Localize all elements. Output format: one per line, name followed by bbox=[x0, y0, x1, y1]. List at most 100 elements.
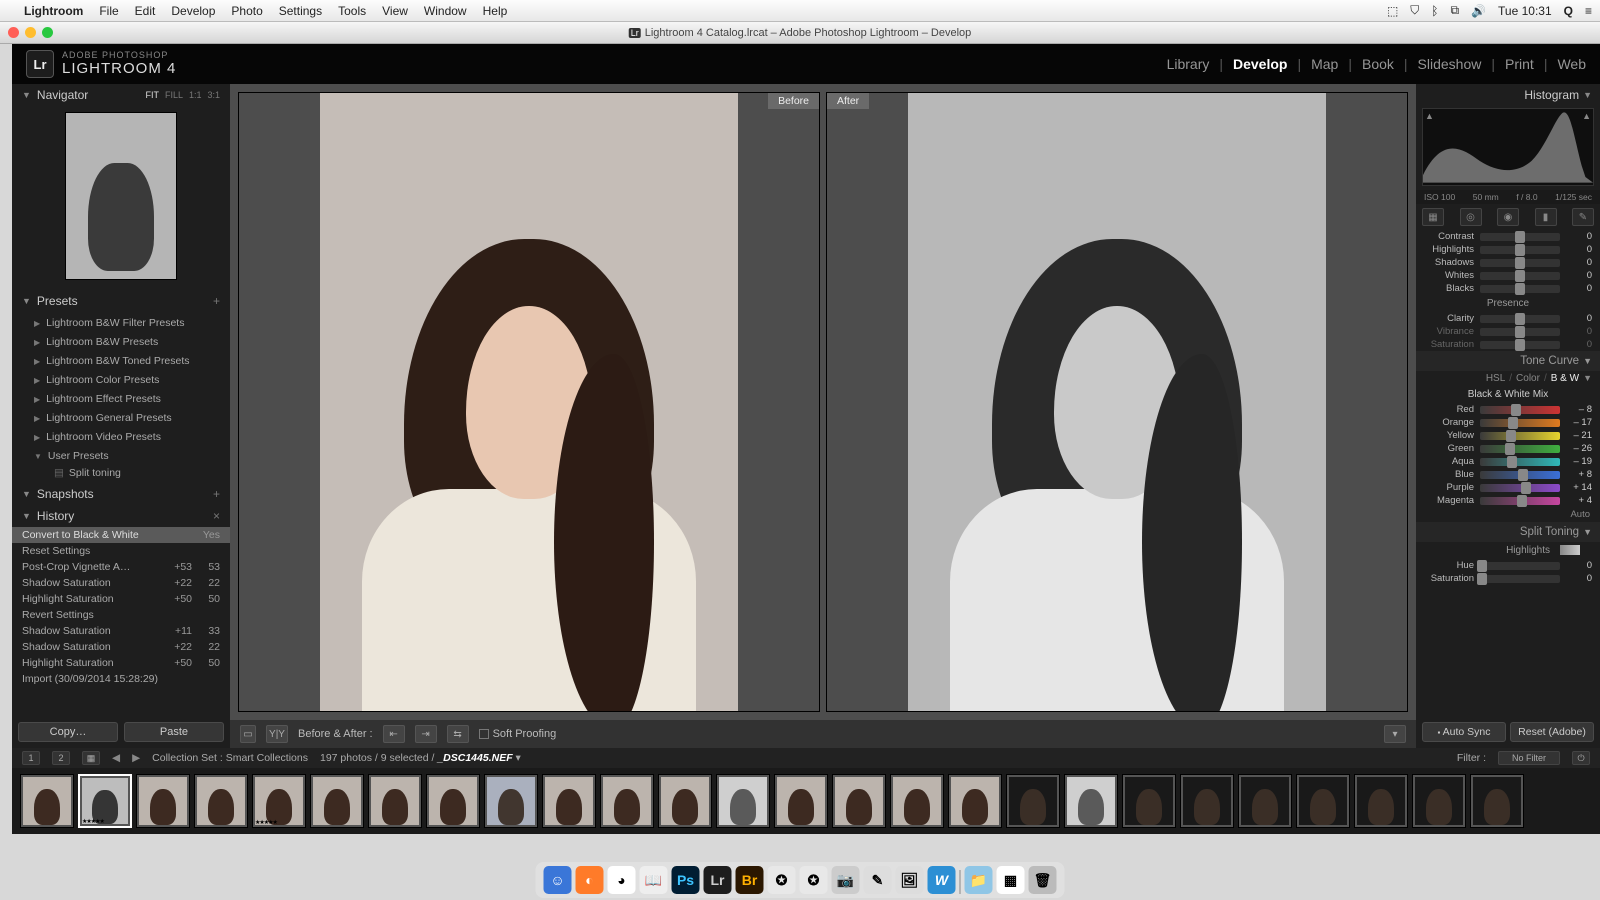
secondary-display-icon[interactable]: 1 bbox=[22, 751, 40, 765]
list-icon[interactable]: ≡ bbox=[1585, 4, 1592, 18]
dock-dictionary-icon[interactable]: 📖 bbox=[640, 866, 668, 894]
crop-tool-icon[interactable]: ▦ bbox=[1422, 208, 1444, 226]
grad-filter-icon[interactable]: ▮ bbox=[1535, 208, 1557, 226]
add-snapshot-icon[interactable]: + bbox=[213, 487, 220, 501]
secondary-display2-icon[interactable]: 2 bbox=[52, 751, 70, 765]
filmstrip-thumb[interactable] bbox=[1296, 774, 1350, 828]
paste-button[interactable]: Paste bbox=[124, 722, 224, 742]
dock-word-icon[interactable]: W bbox=[928, 866, 956, 894]
nav-fit[interactable]: FIT bbox=[145, 90, 159, 100]
dock-firefox-icon[interactable]: ◐ bbox=[576, 866, 604, 894]
filmstrip-thumb[interactable] bbox=[1122, 774, 1176, 828]
shadow-clip-icon[interactable]: ▲ bbox=[1425, 111, 1434, 121]
menu-tools[interactable]: Tools bbox=[338, 4, 366, 18]
filmstrip-thumb[interactable]: ★★★★★ bbox=[78, 774, 132, 828]
slider-yellow[interactable]: Yellow– 21 bbox=[1416, 429, 1600, 442]
tab-color[interactable]: Color bbox=[1516, 373, 1540, 384]
bluetooth-icon[interactable]: ᛒ bbox=[1431, 4, 1438, 18]
slider-green[interactable]: Green– 26 bbox=[1416, 442, 1600, 455]
filmstrip-thumb[interactable] bbox=[658, 774, 712, 828]
menu-file[interactable]: File bbox=[99, 4, 118, 18]
filmstrip-thumb[interactable] bbox=[368, 774, 422, 828]
histogram-display[interactable]: ▲ ▲ bbox=[1422, 108, 1594, 186]
app-menu[interactable]: Lightroom bbox=[24, 4, 83, 18]
dock-preview-icon[interactable]: 🖼 bbox=[896, 866, 924, 894]
split-sat-slider[interactable]: Saturation0 bbox=[1416, 572, 1600, 585]
menu-photo[interactable]: Photo bbox=[231, 4, 262, 18]
history-row[interactable]: Highlight Saturation+5050 bbox=[12, 591, 230, 607]
prev-photo-icon[interactable]: ◀ bbox=[112, 752, 120, 764]
dock-photoshop-icon[interactable]: Ps bbox=[672, 866, 700, 894]
window-minimize[interactable] bbox=[25, 27, 36, 38]
filmstrip-thumb[interactable] bbox=[600, 774, 654, 828]
filmstrip-thumb[interactable] bbox=[948, 774, 1002, 828]
dropbox-icon[interactable]: ⬚ bbox=[1387, 4, 1398, 18]
auto-sync-button[interactable]: ▪ Auto Sync bbox=[1422, 722, 1506, 742]
slider-red[interactable]: Red– 8 bbox=[1416, 403, 1600, 416]
collection-path[interactable]: Collection Set : Smart Collections bbox=[152, 752, 308, 764]
filmstrip-thumb[interactable] bbox=[194, 774, 248, 828]
preset-group[interactable]: ▶Lightroom Color Presets bbox=[12, 371, 230, 390]
tab-bw[interactable]: B & W bbox=[1551, 373, 1579, 384]
slider-magenta[interactable]: Magenta+ 4 bbox=[1416, 494, 1600, 507]
preset-group[interactable]: ▶Lightroom B&W Filter Presets bbox=[12, 314, 230, 333]
filmstrip-thumb[interactable] bbox=[426, 774, 480, 828]
filmstrip-thumb[interactable] bbox=[1412, 774, 1466, 828]
slider-orange[interactable]: Orange– 17 bbox=[1416, 416, 1600, 429]
dock-lightroom-icon[interactable]: Lr bbox=[704, 866, 732, 894]
dock-finder-icon[interactable]: ☺ bbox=[544, 866, 572, 894]
navigator-header[interactable]: ▼ Navigator FIT FILL 1:1 3:1 bbox=[12, 84, 230, 106]
compare-yy-icon[interactable]: Y|Y bbox=[266, 725, 288, 743]
spotlight-icon[interactable]: Q bbox=[1564, 4, 1573, 18]
soft-proofing-toggle[interactable]: Soft Proofing bbox=[479, 728, 557, 740]
slider-blue[interactable]: Blue+ 8 bbox=[1416, 468, 1600, 481]
presets-header[interactable]: ▼ Presets + bbox=[12, 290, 230, 312]
preset-group-user[interactable]: ▼User Presets bbox=[12, 447, 230, 466]
menu-window[interactable]: Window bbox=[424, 4, 467, 18]
filmstrip-thumb[interactable] bbox=[1180, 774, 1234, 828]
menu-view[interactable]: View bbox=[382, 4, 408, 18]
grid-icon[interactable]: ▦ bbox=[82, 751, 100, 765]
spot-removal-icon[interactable]: ◎ bbox=[1460, 208, 1482, 226]
filmstrip-thumb[interactable] bbox=[136, 774, 190, 828]
window-zoom[interactable] bbox=[42, 27, 53, 38]
module-develop[interactable]: Develop bbox=[1233, 56, 1287, 72]
swap-after-icon[interactable]: ⇥ bbox=[415, 725, 437, 743]
dock-app-icon[interactable]: ✪ bbox=[800, 866, 828, 894]
preset-group[interactable]: ▶Lightroom B&W Presets bbox=[12, 333, 230, 352]
slider-whites[interactable]: Whites0 bbox=[1416, 269, 1600, 282]
history-row[interactable]: Post-Crop Vignette A…+5353 bbox=[12, 559, 230, 575]
volume-icon[interactable]: 🔊 bbox=[1471, 4, 1486, 18]
next-photo-icon[interactable]: ▶ bbox=[132, 752, 140, 764]
dock-chrome-icon[interactable]: ◕ bbox=[608, 866, 636, 894]
module-slideshow[interactable]: Slideshow bbox=[1418, 56, 1482, 72]
filmstrip-thumb[interactable]: ★★★★★ bbox=[252, 774, 306, 828]
preset-group[interactable]: ▶Lightroom General Presets bbox=[12, 409, 230, 428]
filmstrip-thumb[interactable] bbox=[1238, 774, 1292, 828]
shield-icon[interactable]: ⛉ bbox=[1410, 3, 1419, 18]
filmstrip-thumb[interactable] bbox=[1006, 774, 1060, 828]
filmstrip-thumb[interactable] bbox=[716, 774, 770, 828]
split-hue-slider[interactable]: Hue0 bbox=[1416, 559, 1600, 572]
histogram-header[interactable]: Histogram▼ bbox=[1416, 84, 1600, 106]
filmstrip-thumb[interactable] bbox=[1354, 774, 1408, 828]
clear-history-icon[interactable]: × bbox=[213, 509, 220, 523]
slider-aqua[interactable]: Aqua– 19 bbox=[1416, 455, 1600, 468]
slider-contrast[interactable]: Contrast0 bbox=[1416, 230, 1600, 243]
history-row[interactable]: Revert Settings bbox=[12, 607, 230, 623]
module-library[interactable]: Library bbox=[1167, 56, 1210, 72]
tone-curve-header[interactable]: Tone Curve▼ bbox=[1416, 351, 1600, 371]
preset-item[interactable]: ▤Split toning bbox=[12, 466, 230, 481]
history-header[interactable]: ▼ History × bbox=[12, 505, 230, 527]
slider-purple[interactable]: Purple+ 14 bbox=[1416, 481, 1600, 494]
after-image[interactable]: After bbox=[826, 92, 1408, 712]
filmstrip-thumb[interactable] bbox=[774, 774, 828, 828]
add-preset-icon[interactable]: + bbox=[213, 294, 220, 308]
dock-notes-icon[interactable]: ✎ bbox=[864, 866, 892, 894]
redeye-tool-icon[interactable]: ◉ bbox=[1497, 208, 1519, 226]
filmstrip-thumb[interactable] bbox=[1064, 774, 1118, 828]
swap-both-icon[interactable]: ⇆ bbox=[447, 725, 469, 743]
filter-switch-icon[interactable]: ⏻ bbox=[1572, 751, 1590, 765]
history-row[interactable]: Import (30/09/2014 15:28:29) bbox=[12, 671, 230, 687]
menu-settings[interactable]: Settings bbox=[279, 4, 322, 18]
